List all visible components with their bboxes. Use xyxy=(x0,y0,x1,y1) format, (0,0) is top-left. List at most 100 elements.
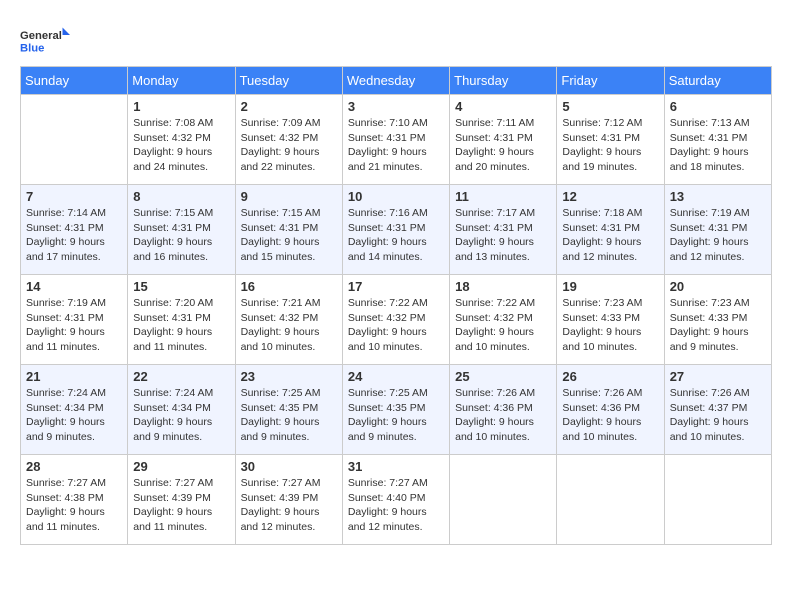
day-number: 24 xyxy=(348,369,444,384)
day-number: 6 xyxy=(670,99,766,114)
calendar-week-2: 7Sunrise: 7:14 AM Sunset: 4:31 PM Daylig… xyxy=(21,185,772,275)
day-number: 5 xyxy=(562,99,658,114)
day-header-wednesday: Wednesday xyxy=(342,67,449,95)
calendar-table: SundayMondayTuesdayWednesdayThursdayFrid… xyxy=(20,66,772,545)
calendar-cell xyxy=(557,455,664,545)
day-info: Sunrise: 7:19 AM Sunset: 4:31 PM Dayligh… xyxy=(670,206,766,265)
calendar-cell: 13 Sunrise: 7:19 AM Sunset: 4:31 PM Dayli… xyxy=(664,185,771,275)
day-info: Sunrise: 7:22 AM Sunset: 4:32 PM Dayligh… xyxy=(455,296,551,355)
day-info: Sunrise: 7:13 AM Sunset: 4:31 PM Dayligh… xyxy=(670,116,766,175)
calendar-cell xyxy=(664,455,771,545)
day-info: Sunrise: 7:27 AM Sunset: 4:40 PM Dayligh… xyxy=(348,476,444,535)
calendar-cell: 1Sunrise: 7:08 AM Sunset: 4:32 PM Daylig… xyxy=(128,95,235,185)
calendar-cell: 16 Sunrise: 7:21 AM Sunset: 4:32 PM Dayli… xyxy=(235,275,342,365)
calendar-cell xyxy=(21,95,128,185)
day-info: Sunrise: 7:16 AM Sunset: 4:31 PM Dayligh… xyxy=(348,206,444,265)
day-header-friday: Friday xyxy=(557,67,664,95)
day-number: 1 xyxy=(133,99,229,114)
day-info: Sunrise: 7:27 AM Sunset: 4:38 PM Dayligh… xyxy=(26,476,122,535)
day-number: 8 xyxy=(133,189,229,204)
day-info: Sunrise: 7:27 AM Sunset: 4:39 PM Dayligh… xyxy=(241,476,337,535)
calendar-cell: 26 Sunrise: 7:26 AM Sunset: 4:36 PM Dayli… xyxy=(557,365,664,455)
day-info: Sunrise: 7:14 AM Sunset: 4:31 PM Dayligh… xyxy=(26,206,122,265)
day-info: Sunrise: 7:20 AM Sunset: 4:31 PM Dayligh… xyxy=(133,296,229,355)
day-number: 26 xyxy=(562,369,658,384)
day-number: 23 xyxy=(241,369,337,384)
day-number: 21 xyxy=(26,369,122,384)
calendar-cell: 25 Sunrise: 7:26 AM Sunset: 4:36 PM Dayli… xyxy=(450,365,557,455)
day-header-sunday: Sunday xyxy=(21,67,128,95)
calendar-cell: 2 Sunrise: 7:09 AM Sunset: 4:32 PM Daylig… xyxy=(235,95,342,185)
day-info: Sunrise: 7:26 AM Sunset: 4:36 PM Dayligh… xyxy=(562,386,658,445)
calendar-cell: 8 Sunrise: 7:15 AM Sunset: 4:31 PM Daylig… xyxy=(128,185,235,275)
day-header-tuesday: Tuesday xyxy=(235,67,342,95)
day-info: Sunrise: 7:26 AM Sunset: 4:36 PM Dayligh… xyxy=(455,386,551,445)
day-info: Sunrise: 7:24 AM Sunset: 4:34 PM Dayligh… xyxy=(133,386,229,445)
calendar-cell: 19 Sunrise: 7:23 AM Sunset: 4:33 PM Dayli… xyxy=(557,275,664,365)
calendar-cell: 21 Sunrise: 7:24 AM Sunset: 4:34 PM Dayli… xyxy=(21,365,128,455)
calendar-cell: 27 Sunrise: 7:26 AM Sunset: 4:37 PM Dayli… xyxy=(664,365,771,455)
day-number: 3 xyxy=(348,99,444,114)
calendar-cell: 18 Sunrise: 7:22 AM Sunset: 4:32 PM Dayli… xyxy=(450,275,557,365)
day-number: 13 xyxy=(670,189,766,204)
day-number: 25 xyxy=(455,369,551,384)
calendar-cell: 14Sunrise: 7:19 AM Sunset: 4:31 PM Dayli… xyxy=(21,275,128,365)
day-number: 19 xyxy=(562,279,658,294)
day-info: Sunrise: 7:12 AM Sunset: 4:31 PM Dayligh… xyxy=(562,116,658,175)
day-info: Sunrise: 7:18 AM Sunset: 4:31 PM Dayligh… xyxy=(562,206,658,265)
calendar-header-row: SundayMondayTuesdayWednesdayThursdayFrid… xyxy=(21,67,772,95)
day-info: Sunrise: 7:25 AM Sunset: 4:35 PM Dayligh… xyxy=(241,386,337,445)
calendar-week-5: 28Sunrise: 7:27 AM Sunset: 4:38 PM Dayli… xyxy=(21,455,772,545)
svg-text:Blue: Blue xyxy=(20,42,44,54)
day-info: Sunrise: 7:23 AM Sunset: 4:33 PM Dayligh… xyxy=(562,296,658,355)
day-info: Sunrise: 7:24 AM Sunset: 4:34 PM Dayligh… xyxy=(26,386,122,445)
day-info: Sunrise: 7:11 AM Sunset: 4:31 PM Dayligh… xyxy=(455,116,551,175)
day-info: Sunrise: 7:22 AM Sunset: 4:32 PM Dayligh… xyxy=(348,296,444,355)
day-info: Sunrise: 7:23 AM Sunset: 4:33 PM Dayligh… xyxy=(670,296,766,355)
day-header-saturday: Saturday xyxy=(664,67,771,95)
logo: GeneralBlue xyxy=(20,20,70,60)
day-info: Sunrise: 7:10 AM Sunset: 4:31 PM Dayligh… xyxy=(348,116,444,175)
day-number: 18 xyxy=(455,279,551,294)
calendar-cell: 11 Sunrise: 7:17 AM Sunset: 4:31 PM Dayli… xyxy=(450,185,557,275)
calendar-cell: 22 Sunrise: 7:24 AM Sunset: 4:34 PM Dayli… xyxy=(128,365,235,455)
day-info: Sunrise: 7:15 AM Sunset: 4:31 PM Dayligh… xyxy=(133,206,229,265)
calendar-cell: 24 Sunrise: 7:25 AM Sunset: 4:35 PM Dayli… xyxy=(342,365,449,455)
day-number: 16 xyxy=(241,279,337,294)
day-header-monday: Monday xyxy=(128,67,235,95)
calendar-week-1: 1Sunrise: 7:08 AM Sunset: 4:32 PM Daylig… xyxy=(21,95,772,185)
day-info: Sunrise: 7:15 AM Sunset: 4:31 PM Dayligh… xyxy=(241,206,337,265)
day-number: 15 xyxy=(133,279,229,294)
svg-text:General: General xyxy=(20,30,62,42)
calendar-cell: 9 Sunrise: 7:15 AM Sunset: 4:31 PM Daylig… xyxy=(235,185,342,275)
day-number: 31 xyxy=(348,459,444,474)
day-info: Sunrise: 7:25 AM Sunset: 4:35 PM Dayligh… xyxy=(348,386,444,445)
day-info: Sunrise: 7:09 AM Sunset: 4:32 PM Dayligh… xyxy=(241,116,337,175)
day-info: Sunrise: 7:26 AM Sunset: 4:37 PM Dayligh… xyxy=(670,386,766,445)
day-info: Sunrise: 7:17 AM Sunset: 4:31 PM Dayligh… xyxy=(455,206,551,265)
day-number: 27 xyxy=(670,369,766,384)
day-info: Sunrise: 7:27 AM Sunset: 4:39 PM Dayligh… xyxy=(133,476,229,535)
day-number: 2 xyxy=(241,99,337,114)
day-number: 29 xyxy=(133,459,229,474)
day-number: 14 xyxy=(26,279,122,294)
day-number: 11 xyxy=(455,189,551,204)
calendar-cell: 17Sunrise: 7:22 AM Sunset: 4:32 PM Dayli… xyxy=(342,275,449,365)
calendar-cell: 15 Sunrise: 7:20 AM Sunset: 4:31 PM Dayli… xyxy=(128,275,235,365)
calendar-cell: 12 Sunrise: 7:18 AM Sunset: 4:31 PM Dayli… xyxy=(557,185,664,275)
day-info: Sunrise: 7:21 AM Sunset: 4:32 PM Dayligh… xyxy=(241,296,337,355)
calendar-cell: 31 Sunrise: 7:27 AM Sunset: 4:40 PM Dayli… xyxy=(342,455,449,545)
day-number: 12 xyxy=(562,189,658,204)
calendar-cell: 28Sunrise: 7:27 AM Sunset: 4:38 PM Dayli… xyxy=(21,455,128,545)
calendar-cell: 7Sunrise: 7:14 AM Sunset: 4:31 PM Daylig… xyxy=(21,185,128,275)
calendar-cell: 5 Sunrise: 7:12 AM Sunset: 4:31 PM Daylig… xyxy=(557,95,664,185)
calendar-cell: 4 Sunrise: 7:11 AM Sunset: 4:31 PM Daylig… xyxy=(450,95,557,185)
calendar-cell: 20 Sunrise: 7:23 AM Sunset: 4:33 PM Dayli… xyxy=(664,275,771,365)
day-number: 4 xyxy=(455,99,551,114)
day-number: 10 xyxy=(348,189,444,204)
calendar-cell: 30Sunrise: 7:27 AM Sunset: 4:39 PM Dayli… xyxy=(235,455,342,545)
day-number: 22 xyxy=(133,369,229,384)
page-header: GeneralBlue xyxy=(20,20,772,60)
day-number: 20 xyxy=(670,279,766,294)
day-number: 9 xyxy=(241,189,337,204)
